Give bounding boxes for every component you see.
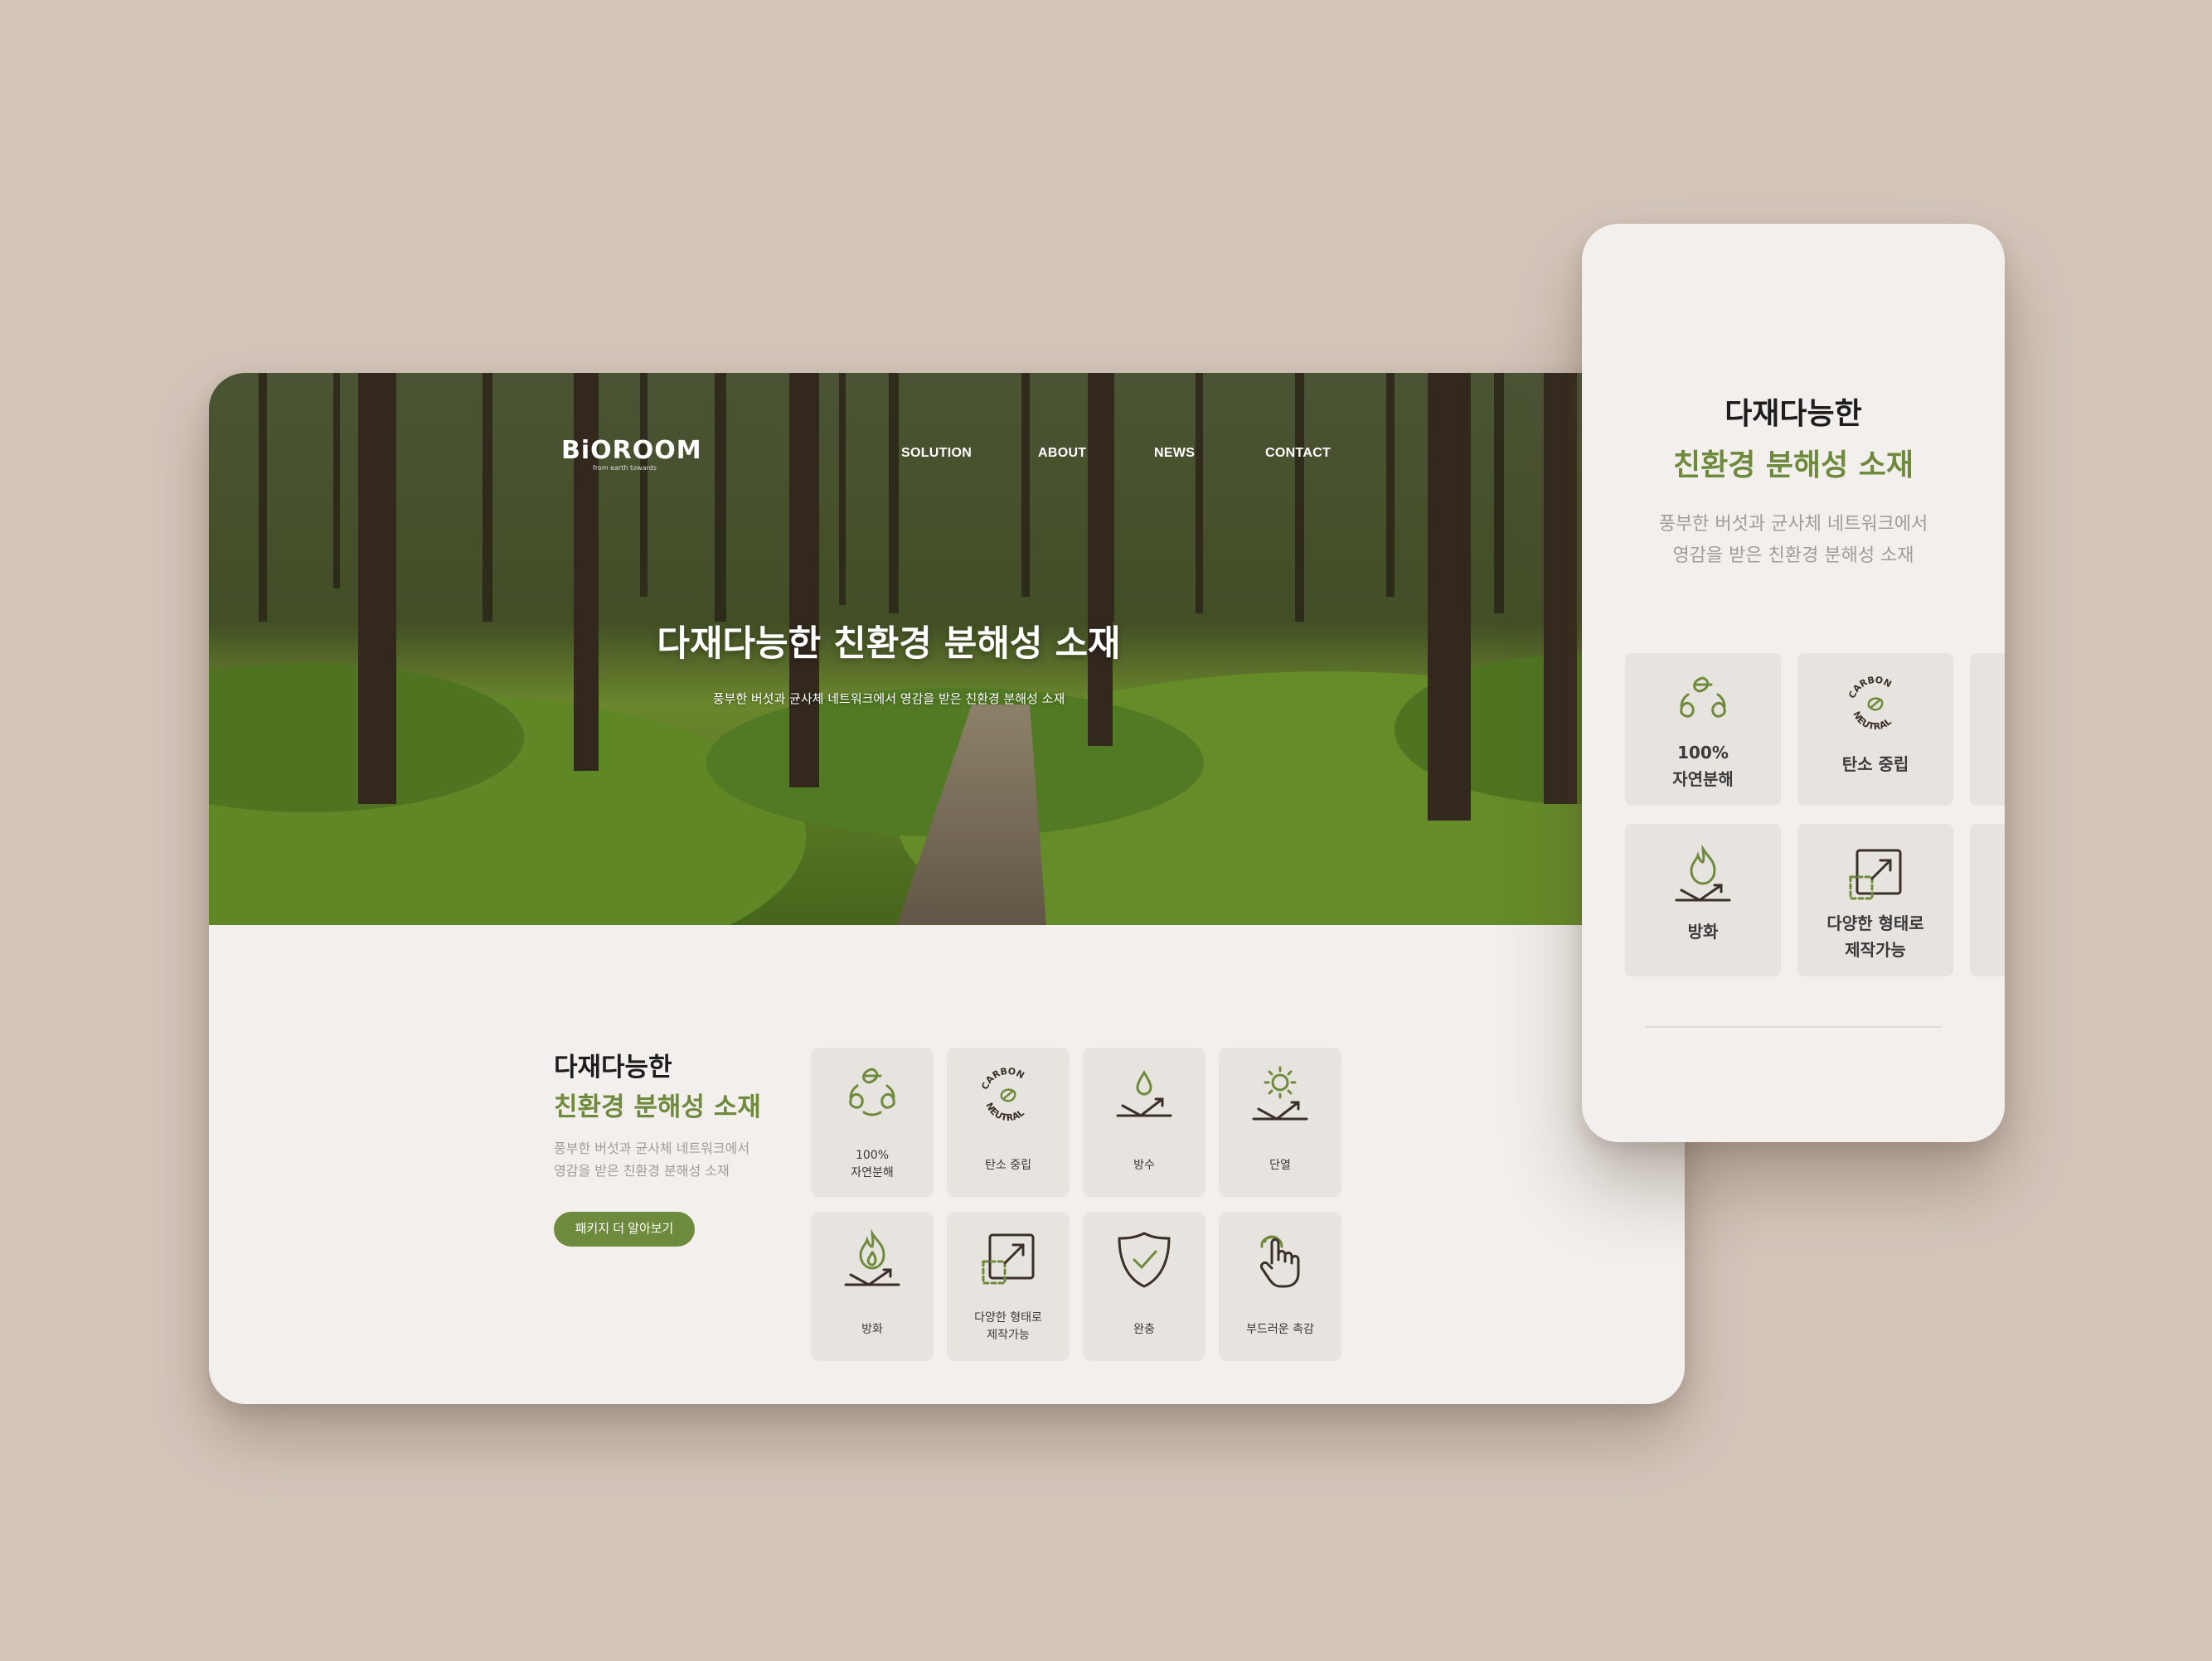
mobile-tile-fire-resistant: 방화	[1625, 824, 1781, 976]
feature-tile-waterproof: 방수	[1083, 1048, 1205, 1197]
mobile-tile-carbon-neutral: CARBON NEUTRAL 탄소 중립	[1797, 653, 1953, 806]
mobile-label-carbon-neutral: 탄소 중립	[1841, 754, 1909, 774]
feature-tile-carbon-neutral: CARBON NEUTRAL 탄소 중립	[947, 1048, 1070, 1197]
hero-title: 다재다능한 친환경 분해성 소재	[657, 623, 1121, 665]
learn-more-package-button[interactable]: 패키지 더 알아보기	[554, 1212, 695, 1247]
mobile-desc-line2: 영감을 받은 친환경 분해성 소재	[1672, 545, 1914, 566]
features-desc-line1: 풍부한 버섯과 균사체 네트워크에서	[554, 1140, 750, 1156]
recycle-leaves-icon	[1680, 676, 1726, 718]
nav-item-news[interactable]: NEWS	[1154, 446, 1195, 461]
nav-item-about[interactable]: ABOUT	[1038, 446, 1086, 461]
feature-label-soft-touch: 부드러운 촉감	[1246, 1323, 1314, 1336]
feature-label-various-forms-2: 제작가능	[987, 1329, 1030, 1342]
mobile-label-biodegradable-1: 100%	[1677, 743, 1729, 763]
feature-label-cushioning: 완충	[1133, 1323, 1155, 1336]
touch-hand-icon	[1260, 1235, 1300, 1288]
feature-label-biodegradable-1: 100%	[855, 1149, 890, 1162]
feature-label-carbon-neutral: 탄소 중립	[985, 1159, 1031, 1172]
recycle-leaves-icon	[849, 1068, 895, 1116]
mobile-label-various-forms-2: 제작가능	[1845, 940, 1906, 960]
desktop-mockup: BiOROOM from earth towards SOLUTION ABOU…	[209, 373, 1685, 1404]
feature-label-fire-resistant: 방화	[861, 1323, 883, 1336]
fire-resistant-icon	[844, 1228, 900, 1286]
carbon-neutral-icon: CARBON NEUTRAL	[979, 1066, 1026, 1124]
brand-tagline: from earth towards	[593, 464, 657, 472]
features-desc-line2: 영감을 받은 친환경 분해성 소재	[554, 1163, 730, 1179]
feature-label-insulation: 단열	[1269, 1159, 1291, 1172]
carbon-text-top: CARBON	[979, 1066, 1026, 1092]
feature-tile-biodegradable: 100% 자연분해	[811, 1048, 934, 1197]
feature-tile-various-forms: 다양한 형태로 제작가능	[947, 1212, 1070, 1361]
mobile-heading-line2: 친환경 분해성 소재	[1672, 448, 1914, 482]
svg-text:NEUTRAL: NEUTRAL	[1851, 709, 1894, 732]
mobile-label-biodegradable-2: 자연분해	[1672, 769, 1734, 789]
feature-label-various-forms-1: 다양한 형태로	[974, 1311, 1042, 1324]
mobile-carbon-text-top: CARBON	[1846, 675, 1893, 700]
mobile-divider	[1645, 1026, 1942, 1028]
feature-label-waterproof: 방수	[1133, 1159, 1155, 1172]
feature-tile-fire-resistant: 방화	[811, 1212, 934, 1361]
svg-text:CARBON: CARBON	[979, 1066, 1026, 1092]
features-description: 풍부한 버섯과 균사체 네트워크에서 영감을 받은 친환경 분해성 소재	[554, 1137, 803, 1182]
svg-text:NEUTRAL: NEUTRAL	[983, 1101, 1026, 1123]
hero-banner: BiOROOM from earth towards SOLUTION ABOU…	[209, 373, 1685, 925]
svg-text:CARBON: CARBON	[1846, 675, 1893, 700]
feature-tile-insulation: 단열	[1219, 1048, 1341, 1197]
insulation-icon	[1252, 1066, 1308, 1121]
carbon-text-bottom: NEUTRAL	[983, 1101, 1026, 1123]
fire-resistant-icon	[1675, 844, 1731, 902]
shield-check-icon	[1118, 1232, 1171, 1288]
features-heading-line1: 다재다능한	[554, 1053, 672, 1082]
carbon-neutral-icon: CARBON NEUTRAL	[1846, 675, 1894, 733]
mobile-heading-line1: 다재다능한	[1724, 397, 1862, 431]
mobile-tile-various-forms: 다양한 형태로 제작가능	[1797, 824, 1953, 976]
features-heading-line2: 친환경 분해성 소재	[554, 1092, 761, 1122]
resize-form-icon	[1849, 849, 1902, 900]
mobile-label-various-forms-1: 다양한 형태로	[1826, 913, 1924, 933]
mobile-label-fire-resistant: 방화	[1687, 922, 1719, 942]
nav-item-solution[interactable]: SOLUTION	[901, 446, 972, 461]
mobile-description: 풍부한 버섯과 균사체 네트워크에서 영감을 받은 친환경 분해성 소재	[1582, 509, 2005, 572]
resize-form-icon	[982, 1233, 1035, 1285]
feature-tile-soft-touch: 부드러운 촉감	[1219, 1212, 1341, 1361]
mobile-tile-partial-2	[1970, 824, 2005, 976]
waterproof-icon	[1116, 1070, 1172, 1117]
hero-subtitle: 풍부한 버섯과 균사체 네트워크에서 영감을 받은 친환경 분해성 소재	[712, 691, 1065, 706]
mobile-mockup: 다재다능한 친환경 분해성 소재 풍부한 버섯과 균사체 네트워크에서 영감을 …	[1582, 224, 2005, 1142]
mobile-carbon-text-bottom: NEUTRAL	[1851, 709, 1894, 732]
mobile-tile-biodegradable: 100% 자연분해	[1625, 653, 1781, 806]
nav-item-contact[interactable]: CONTACT	[1265, 446, 1331, 461]
brand-logo[interactable]: BiOROOM	[561, 436, 702, 465]
mobile-tile-partial	[1970, 653, 2005, 806]
mobile-desc-line1: 풍부한 버섯과 균사체 네트워크에서	[1658, 514, 1928, 535]
feature-tile-cushioning: 완충	[1083, 1212, 1205, 1361]
feature-label-biodegradable-2: 자연분해	[851, 1166, 894, 1179]
